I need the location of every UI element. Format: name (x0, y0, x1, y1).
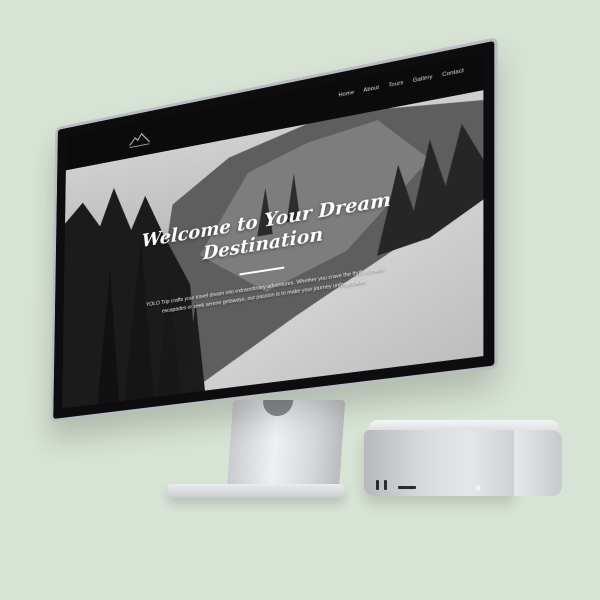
website-screen: Home About Tours Gallery Contact Welcome… (62, 52, 483, 408)
nav-contact-link[interactable]: Contact (442, 68, 464, 79)
power-led (476, 486, 480, 490)
stand-cable-hole (262, 400, 293, 416)
nav-home-link[interactable]: Home (339, 90, 355, 99)
device-mockup-scene: Home About Tours Gallery Contact Welcome… (0, 0, 600, 600)
monitor-stand-base (168, 484, 344, 498)
nav-gallery-link[interactable]: Gallery (413, 74, 433, 84)
nav-tours-link[interactable]: Tours (388, 80, 403, 89)
display-bezel: Home About Tours Gallery Contact Welcome… (51, 37, 498, 422)
studio-display: Home About Tours Gallery Contact Welcome… (51, 37, 498, 422)
mac-studio-computer (364, 420, 562, 496)
nav-links: Home About Tours Gallery Contact (339, 68, 464, 99)
usb-c-port (376, 480, 379, 490)
mac-studio-side (514, 430, 562, 496)
monitor-stand (227, 400, 345, 492)
sd-card-slot (398, 486, 416, 489)
nav-about-link[interactable]: About (363, 85, 379, 94)
mac-studio-front (364, 430, 514, 496)
usb-c-port (384, 480, 387, 490)
mountain-logo-icon[interactable] (128, 129, 152, 151)
